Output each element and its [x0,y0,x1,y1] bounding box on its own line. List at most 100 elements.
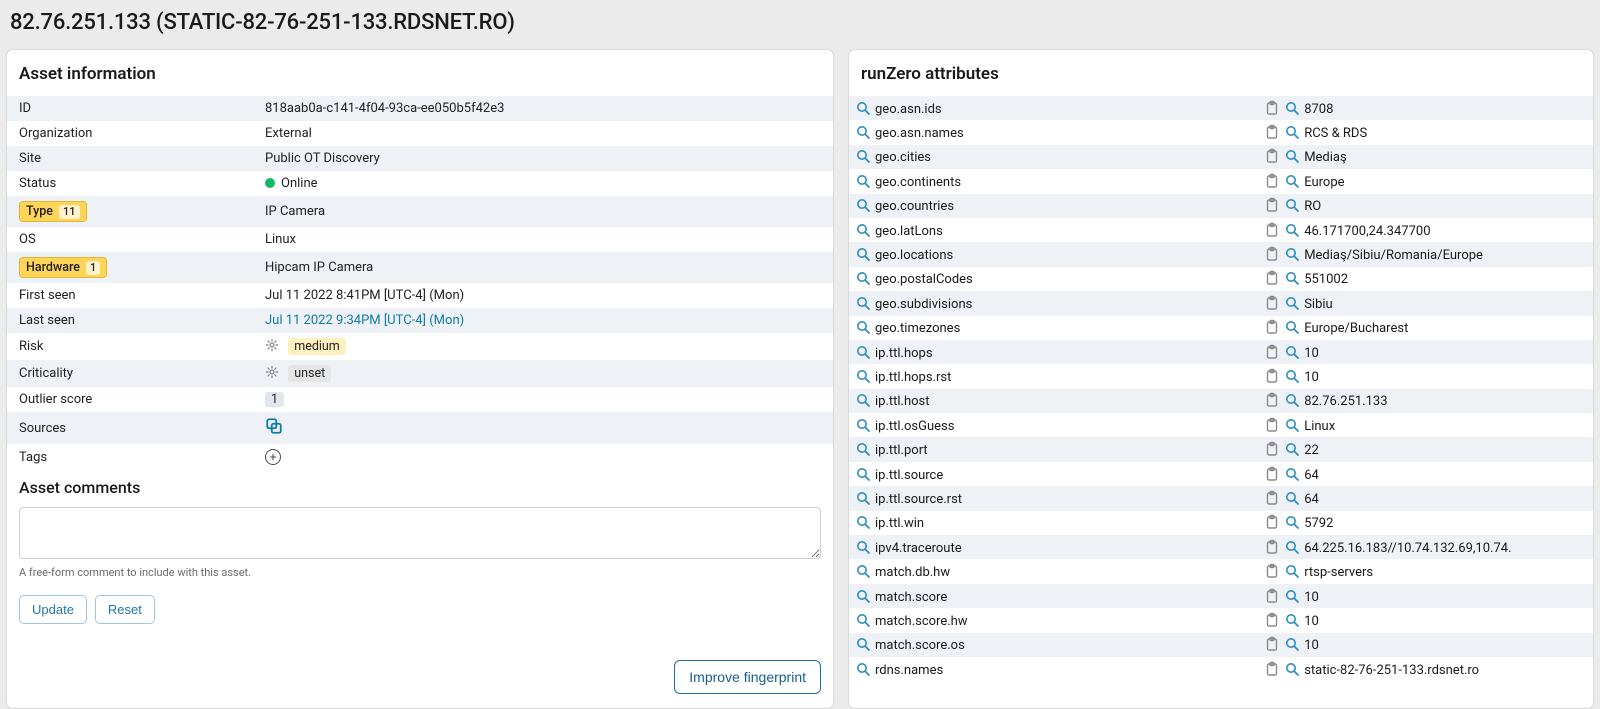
attribute-value-cell: 46.171700,24.347700 [1258,218,1593,242]
search-icon[interactable] [855,612,871,628]
clipboard-icon[interactable] [1264,490,1280,506]
table-row: Status Online [7,171,833,196]
update-button[interactable]: Update [19,595,87,624]
search-icon[interactable] [1284,319,1300,335]
page-title: 82.76.251.133 (STATIC-82-76-251-133.RDSN… [0,0,1600,49]
gear-icon[interactable] [265,365,279,379]
clipboard-icon[interactable] [1264,148,1280,164]
search-icon[interactable] [855,270,871,286]
clipboard-icon[interactable] [1264,612,1280,628]
search-icon[interactable] [1284,100,1300,116]
search-icon[interactable] [1284,441,1300,457]
search-icon[interactable] [1284,417,1300,433]
attribute-row: geo.locationsMediaş/Sibiu/Romania/Europe [849,242,1593,266]
clipboard-icon[interactable] [1264,392,1280,408]
search-icon[interactable] [1284,173,1300,189]
search-icon[interactable] [855,514,871,530]
search-icon[interactable] [1284,124,1300,140]
clipboard-icon[interactable] [1264,222,1280,238]
add-tag-button[interactable]: + [265,449,281,465]
search-icon[interactable] [1284,514,1300,530]
search-icon[interactable] [855,392,871,408]
clipboard-icon[interactable] [1264,100,1280,116]
row-value: unset [253,360,833,387]
source-runzero-icon[interactable] [265,417,283,435]
search-icon[interactable] [1284,490,1300,506]
clipboard-icon[interactable] [1264,441,1280,457]
search-icon[interactable] [1284,563,1300,579]
search-icon[interactable] [855,636,871,652]
last-seen-link[interactable]: Jul 11 2022 9:34PM [UTC-4] (Mon) [265,313,464,328]
search-icon[interactable] [1284,588,1300,604]
table-row: OS Linux [7,227,833,252]
search-icon[interactable] [1284,612,1300,628]
clipboard-icon[interactable] [1264,319,1280,335]
row-label: Hardware 1 [7,252,253,283]
clipboard-icon[interactable] [1264,344,1280,360]
reset-button[interactable]: Reset [95,595,155,624]
search-icon[interactable] [855,148,871,164]
search-icon[interactable] [855,661,871,677]
hardware-pill[interactable]: Hardware 1 [19,257,107,278]
type-pill[interactable]: Type 11 [19,201,87,222]
search-icon[interactable] [1284,368,1300,384]
search-icon[interactable] [855,490,871,506]
attribute-value: 10 [1304,370,1319,385]
search-icon[interactable] [1284,636,1300,652]
search-icon[interactable] [1284,661,1300,677]
row-value: + [253,444,833,470]
search-icon[interactable] [1284,197,1300,213]
search-icon[interactable] [855,100,871,116]
search-icon[interactable] [855,173,871,189]
asset-comments-input[interactable] [19,507,821,559]
search-icon[interactable] [855,368,871,384]
search-icon[interactable] [1284,148,1300,164]
gear-icon[interactable] [265,338,279,352]
search-icon[interactable] [1284,344,1300,360]
search-icon[interactable] [855,344,871,360]
search-icon[interactable] [1284,295,1300,311]
search-icon[interactable] [855,563,871,579]
search-icon[interactable] [855,124,871,140]
clipboard-icon[interactable] [1264,246,1280,262]
search-icon[interactable] [855,466,871,482]
search-icon[interactable] [855,588,871,604]
table-row: First seen Jul 11 2022 8:41PM [UTC-4] (M… [7,283,833,308]
clipboard-icon[interactable] [1264,124,1280,140]
improve-fingerprint-button[interactable]: Improve fingerprint [674,660,821,694]
clipboard-icon[interactable] [1264,368,1280,384]
clipboard-icon[interactable] [1264,197,1280,213]
search-icon[interactable] [855,295,871,311]
clipboard-icon[interactable] [1264,173,1280,189]
clipboard-icon[interactable] [1264,539,1280,555]
attribute-key: ip.ttl.win [875,516,924,531]
search-icon[interactable] [855,319,871,335]
search-icon[interactable] [855,197,871,213]
search-icon[interactable] [1284,222,1300,238]
attribute-key-cell: match.score [849,584,1258,608]
search-icon[interactable] [855,417,871,433]
clipboard-icon[interactable] [1264,466,1280,482]
attribute-key: rdns.names [875,663,943,678]
search-icon[interactable] [855,441,871,457]
search-icon[interactable] [1284,392,1300,408]
search-icon[interactable] [855,539,871,555]
search-icon[interactable] [1284,246,1300,262]
clipboard-icon[interactable] [1264,295,1280,311]
clipboard-icon[interactable] [1264,270,1280,286]
attribute-key-cell: ip.ttl.port [849,437,1258,461]
attribute-key: match.score.os [875,638,965,653]
search-icon[interactable] [1284,466,1300,482]
clipboard-icon[interactable] [1264,661,1280,677]
search-icon[interactable] [1284,539,1300,555]
search-icon[interactable] [855,246,871,262]
search-icon[interactable] [1284,270,1300,286]
clipboard-icon[interactable] [1264,514,1280,530]
clipboard-icon[interactable] [1264,636,1280,652]
clipboard-icon[interactable] [1264,417,1280,433]
attribute-value: 10 [1304,638,1319,653]
attribute-key-cell: ip.ttl.source [849,462,1258,486]
search-icon[interactable] [855,222,871,238]
clipboard-icon[interactable] [1264,588,1280,604]
clipboard-icon[interactable] [1264,563,1280,579]
